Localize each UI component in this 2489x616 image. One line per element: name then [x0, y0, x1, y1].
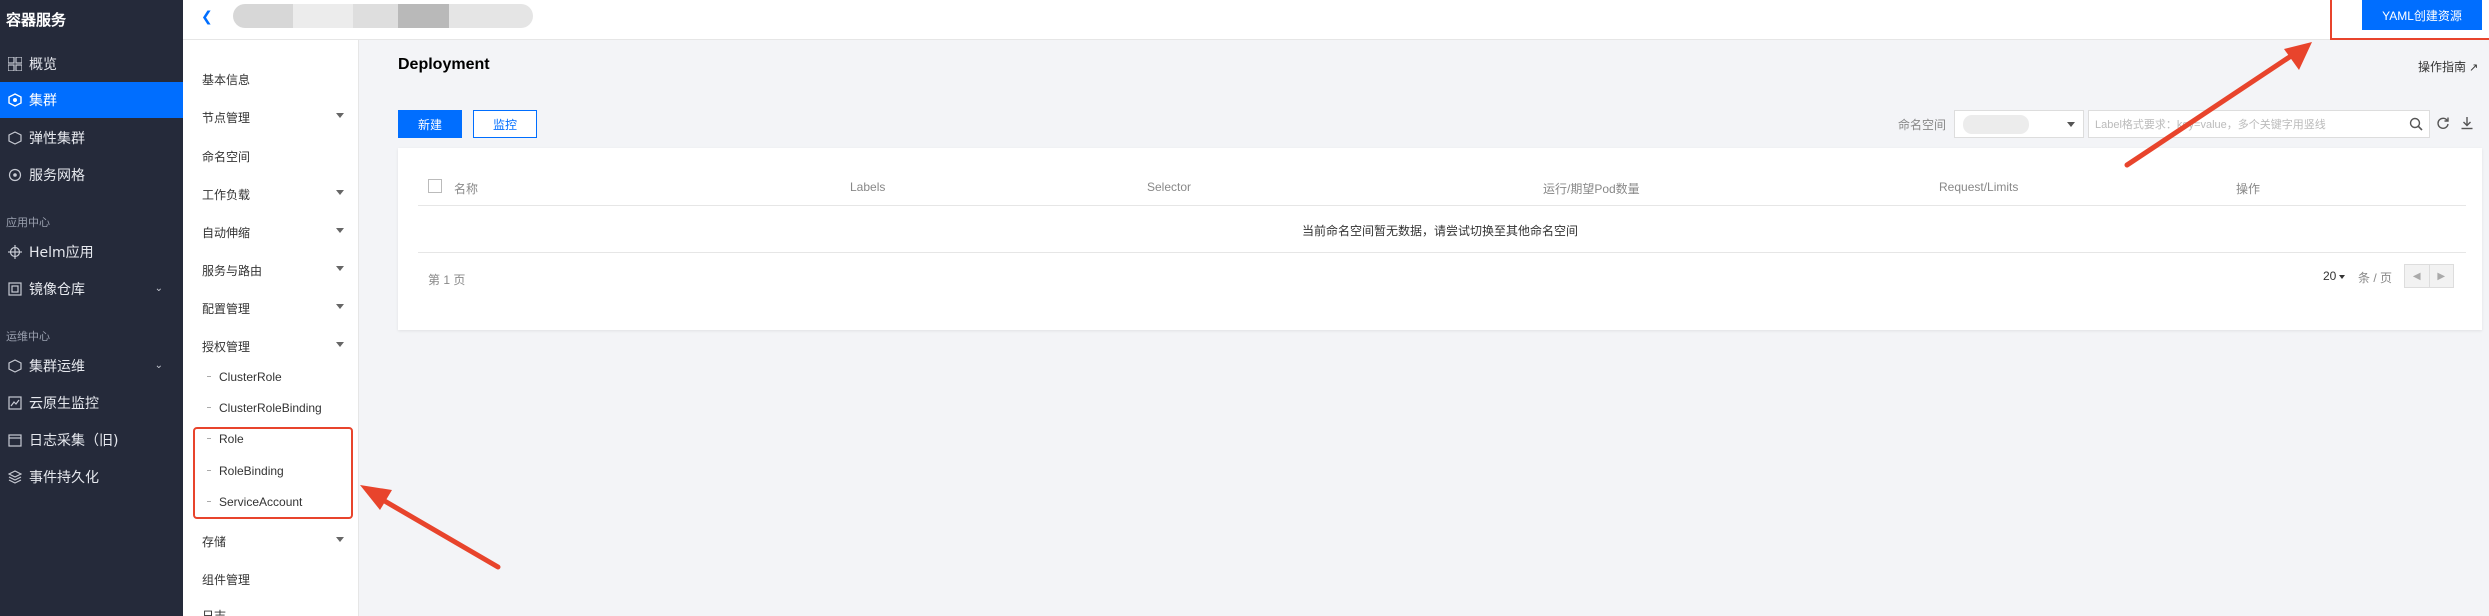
nav-item-event[interactable]: 事件持久化 — [0, 459, 183, 495]
nav-item-elastic-cluster[interactable]: 弹性集群 — [0, 120, 183, 156]
per-page-label: 条 / 页 — [2358, 271, 2393, 285]
empty-message: 当前命名空间暂无数据，请尝试切换至其他命名空间 — [1301, 224, 1578, 238]
chevron-down-icon: ⌄ — [154, 360, 163, 371]
pager: ◀ ▶ — [2404, 264, 2454, 288]
nav-item-log[interactable]: 日志采集（旧) — [0, 422, 183, 458]
deployment-table: 名称 Labels Selector 运行/期望Pod数量 Request/Li… — [398, 148, 2482, 330]
column-header-labels: Labels — [850, 180, 886, 194]
nav-item-label: Helm应用 — [29, 245, 94, 261]
nav-item-label: 日志采集（旧) — [29, 433, 119, 449]
nav-item-label: 集群运维 — [29, 359, 85, 375]
divider — [418, 205, 2466, 206]
namespace-label: 命名空间 — [1898, 118, 1947, 132]
nav-section-ops: 运维中心 — [6, 330, 50, 343]
column-header-pods: 运行/期望Pod数量 — [1543, 182, 1640, 196]
subnav-config[interactable]: 配置管理 — [202, 300, 250, 317]
event-icon — [7, 469, 23, 485]
subnav-namespace[interactable]: 命名空间 — [202, 148, 250, 165]
app-title: 容器服务 — [6, 11, 67, 29]
annotation-box-yaml — [2330, 0, 2489, 40]
column-header-actions: 操作 — [2236, 182, 2261, 196]
subnav-storage[interactable]: 存储 — [202, 533, 226, 550]
caret-down-icon — [336, 266, 344, 271]
grid-icon — [7, 56, 23, 72]
search-icon[interactable] — [2409, 117, 2423, 136]
page-info: 第 1 页 — [428, 273, 466, 287]
subnav-clusterrole[interactable]: ClusterRole — [207, 370, 282, 384]
external-link-icon: ↗ — [2469, 62, 2479, 74]
caret-down-icon — [336, 304, 344, 309]
caret-down-icon — [336, 113, 344, 118]
caret-down-icon — [336, 537, 344, 542]
subnav-components[interactable]: 组件管理 — [202, 571, 250, 588]
page-size-select[interactable]: 20 — [2323, 269, 2346, 283]
nav-section-app: 应用中心 — [6, 216, 50, 229]
annotation-arrow-role — [360, 485, 501, 570]
create-button[interactable]: 新建 — [398, 110, 462, 138]
nav-item-cluster[interactable]: 集群 — [0, 82, 183, 118]
nav-item-label: 云原生监控 — [29, 396, 99, 412]
log-icon — [7, 432, 23, 448]
subnav-service-route[interactable]: 服务与路由 — [202, 262, 262, 279]
column-header-selector: Selector — [1147, 180, 1192, 194]
cluster-breadcrumb-redacted — [233, 4, 533, 28]
top-bar: ❮ — [183, 0, 2489, 40]
image-repo-icon — [7, 281, 23, 297]
cluster-icon — [7, 92, 23, 108]
divider — [418, 252, 2466, 253]
service-mesh-icon — [7, 167, 23, 183]
guide-link[interactable]: 操作指南 ↗ — [2418, 58, 2478, 75]
nav-item-label: 镜像仓库 — [29, 282, 85, 298]
label-search[interactable] — [2088, 110, 2430, 138]
column-header-request-limits: Request/Limits — [1939, 180, 2019, 194]
subnav-workload[interactable]: 工作负载 — [202, 186, 250, 203]
annotation-arrow-yaml — [2124, 42, 2312, 168]
caret-down-icon — [336, 342, 344, 347]
caret-down-icon — [2339, 274, 2346, 279]
monitor-icon — [7, 395, 23, 411]
nav-item-label: 弹性集群 — [29, 131, 85, 147]
caret-down-icon — [2067, 122, 2075, 127]
namespace-value-redacted — [1963, 115, 2029, 134]
nav-item-label: 服务网格 — [29, 168, 85, 184]
prev-page-icon[interactable]: ◀ — [2405, 265, 2430, 287]
subnav-autoscaling[interactable]: 自动伸缩 — [202, 224, 250, 241]
subnav-node-management[interactable]: 节点管理 — [202, 109, 250, 126]
subnav-logs[interactable]: 日志 — [202, 607, 226, 616]
caret-down-icon — [336, 228, 344, 233]
helm-icon — [7, 244, 23, 260]
chevron-down-icon: ⌄ — [154, 283, 163, 294]
next-page-icon[interactable]: ▶ — [2430, 265, 2454, 287]
back-arrow-icon[interactable]: ❮ — [201, 8, 213, 25]
nav-item-label: 集群 — [29, 93, 57, 109]
caret-down-icon — [336, 190, 344, 195]
nav-item-helm[interactable]: Helm应用 — [0, 234, 183, 270]
namespace-select[interactable] — [1954, 110, 2084, 138]
monitor-button[interactable]: 监控 — [473, 110, 537, 138]
download-icon[interactable] — [2460, 116, 2474, 135]
elastic-cluster-icon — [7, 130, 23, 146]
nav-item-label: 事件持久化 — [29, 470, 99, 486]
cluster-subnav: 基本信息 节点管理 命名空间 工作负载 自动伸缩 服务与路由 配置管理 授权管理… — [183, 40, 359, 616]
nav-item-monitor[interactable]: 云原生监控 — [0, 385, 183, 421]
subnav-authorization[interactable]: 授权管理 — [202, 338, 250, 355]
nav-item-overview[interactable]: 概览 — [0, 46, 183, 82]
nav-item-label: 概览 — [29, 57, 57, 73]
subnav-clusterrolebinding[interactable]: ClusterRoleBinding — [207, 401, 322, 415]
nav-item-image-repo[interactable]: 镜像仓库 ⌄ — [0, 271, 183, 307]
search-input[interactable] — [2095, 116, 2395, 134]
cluster-ops-icon — [7, 358, 23, 374]
nav-item-service-mesh[interactable]: 服务网格 — [0, 157, 183, 193]
subnav-basic-info[interactable]: 基本信息 — [202, 71, 250, 88]
refresh-icon[interactable] — [2436, 116, 2450, 135]
annotation-box-role — [193, 427, 353, 519]
left-navigation: 容器服务 概览 集群 弹性集群 服务网格 应用中心 Helm应用 镜像仓库 ⌄ … — [0, 0, 183, 616]
nav-item-cluster-ops[interactable]: 集群运维 ⌄ — [0, 348, 183, 384]
select-all-checkbox[interactable] — [428, 179, 442, 193]
column-header-name: 名称 — [454, 182, 479, 196]
page-title: Deployment — [398, 56, 490, 73]
